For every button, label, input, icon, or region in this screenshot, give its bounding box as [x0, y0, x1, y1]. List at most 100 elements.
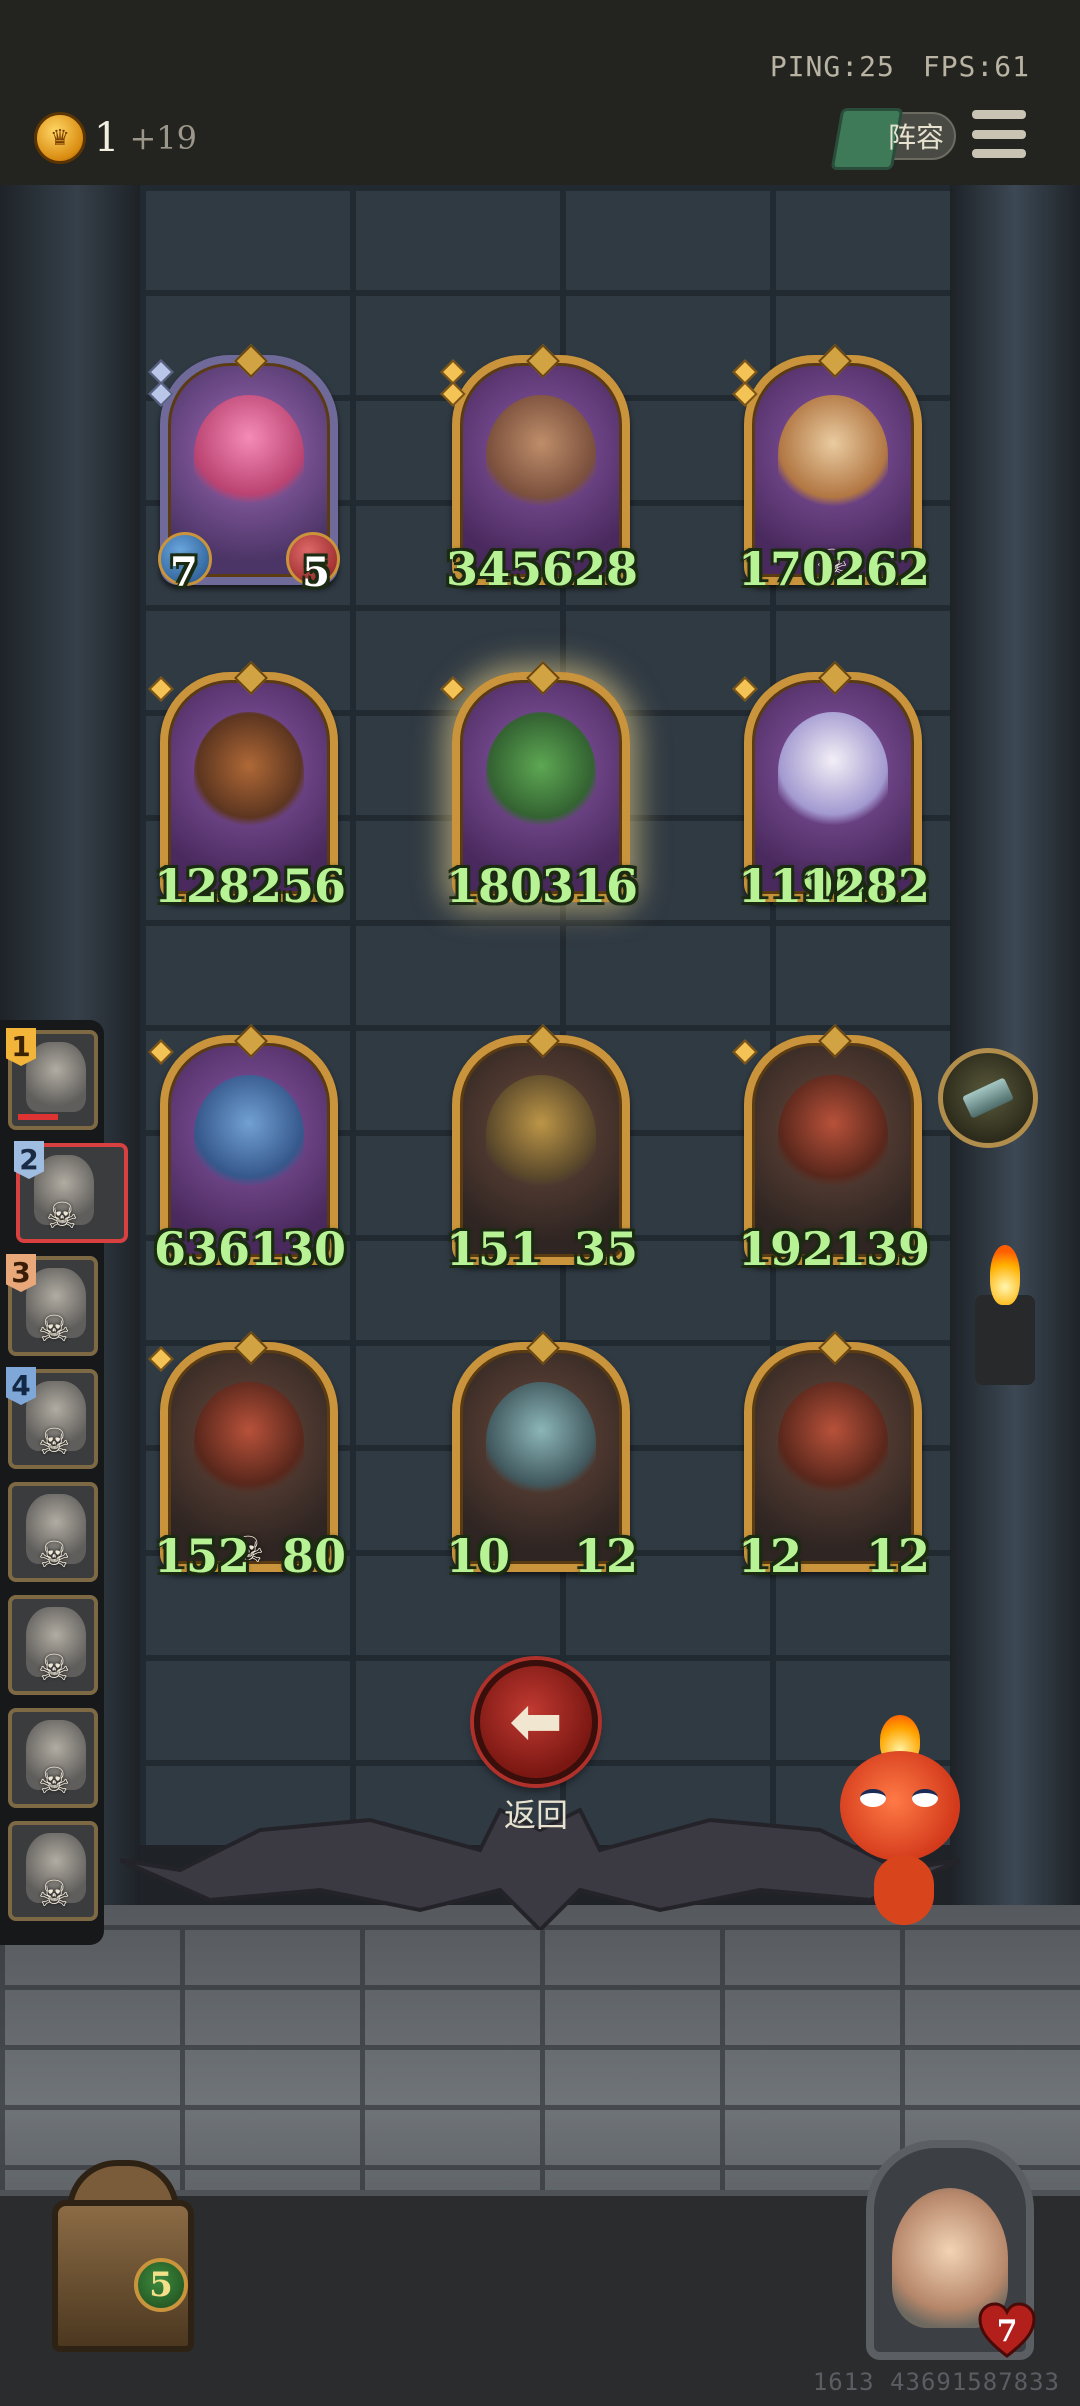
health-value: 12: [573, 1529, 638, 1583]
fps-readout: FPS:61: [922, 50, 1030, 83]
minion-card[interactable]: 1196 1282: [732, 661, 930, 913]
attack-value: 7: [170, 549, 198, 596]
fire-imp-character: [820, 1715, 990, 1945]
tier-marker: [732, 676, 758, 702]
tier-marker: [148, 1039, 174, 1065]
torch-flame-icon: [990, 1245, 1020, 1305]
arrow-left-icon: ⬅: [509, 1685, 563, 1759]
minion-card[interactable]: 151 35: [446, 1024, 638, 1276]
tier-marker: [732, 359, 758, 407]
hamburger-menu-icon[interactable]: [972, 110, 1026, 158]
ingot-item-icon[interactable]: [938, 1048, 1038, 1148]
hero-eye: [860, 1789, 886, 1807]
health-value: 12: [865, 1529, 930, 1583]
health-value: 1282: [801, 859, 930, 913]
health-bar: [18, 1114, 58, 1120]
tavern-level-badge: 5: [134, 2258, 188, 2312]
queue-player-slot[interactable]: 3 ☠: [6, 1254, 98, 1356]
ghost-bride-portrait: [778, 712, 888, 832]
queue-player-slot[interactable]: 4 ☠: [6, 1367, 98, 1469]
minion-card[interactable]: ☠ 152 80: [148, 1331, 346, 1583]
skull-icon: ☠: [38, 1648, 71, 1689]
skull-icon: ☠: [38, 1309, 71, 1350]
player-health-value: 7: [996, 2313, 1018, 2349]
health-value: 35: [573, 1222, 638, 1276]
player-health-badge: 7: [976, 2300, 1038, 2362]
queue-player-slot[interactable]: ☠: [8, 1482, 98, 1582]
attack-value: 151: [446, 1222, 543, 1276]
rank-badge: 4: [6, 1367, 36, 1405]
health-value: 5: [302, 549, 330, 596]
tier-marker: [440, 359, 466, 407]
red-dragon-portrait: [778, 1382, 888, 1502]
queue-player-slot[interactable]: ☠: [8, 1595, 98, 1695]
minion-card[interactable]: ☠ 170 262: [732, 344, 930, 596]
lineup-button[interactable]: 阵容: [830, 108, 956, 170]
attack-value: 192: [738, 1222, 835, 1276]
gold-income: +19: [129, 119, 197, 157]
blue-dino-portrait: [194, 1075, 304, 1195]
hero-head: [840, 1751, 960, 1861]
health-value: 262: [833, 542, 930, 596]
attack-value: 180: [446, 859, 543, 913]
rank-badge: 1: [6, 1028, 36, 1066]
lineup-label: 阵容: [887, 121, 944, 154]
minion-card[interactable]: 180 316: [440, 661, 638, 913]
horned-beast-portrait: [486, 1382, 596, 1502]
minion-card[interactable]: 345 628: [440, 344, 638, 596]
queue-player-slot[interactable]: ☠: [8, 1821, 98, 1921]
minion-card[interactable]: 636 130: [148, 1024, 346, 1276]
attack-value: 152: [154, 1529, 251, 1583]
minion-card[interactable]: 12 12: [738, 1331, 930, 1583]
tree-ent-portrait: [486, 395, 596, 515]
hero-body: [874, 1855, 934, 1925]
rank-badge: 2: [14, 1141, 44, 1179]
health-value: 316: [541, 859, 638, 913]
hero-eye: [912, 1789, 938, 1807]
minion-card[interactable]: 75: [148, 344, 340, 596]
rank-badge: 3: [6, 1254, 36, 1292]
skull-icon: ☠: [38, 1535, 71, 1576]
attack-value: 345: [446, 542, 543, 596]
queue-player-slot[interactable]: 2 ☠: [14, 1141, 128, 1243]
skull-icon: ☠: [46, 1196, 79, 1237]
network-stats: PING:25 FPS:61: [770, 50, 1030, 83]
match-id: 1613 43691587833: [812, 2368, 1060, 2396]
attack-value: 128: [154, 859, 251, 913]
red-dragon-portrait: [778, 1075, 888, 1195]
skull-icon: ☠: [38, 1422, 71, 1463]
right-pillar: [950, 185, 1080, 1905]
attack-value: 636: [154, 1222, 251, 1276]
tier-marker: [440, 676, 466, 702]
queue-player-slot[interactable]: 1: [6, 1028, 98, 1130]
attack-value: 170: [738, 542, 835, 596]
back-label: 返回: [503, 1796, 568, 1834]
tier-marker: [148, 676, 174, 702]
minion-card[interactable]: 128 256: [148, 661, 346, 913]
minion-card[interactable]: 10 12: [446, 1331, 638, 1583]
health-value: 139: [833, 1222, 930, 1276]
armored-knight-portrait: [486, 1075, 596, 1195]
tier-marker: [148, 359, 174, 407]
skull-icon: ☠: [38, 1874, 71, 1915]
attack-value: 10: [446, 1529, 511, 1583]
red-dragon-portrait: [194, 1382, 304, 1502]
tier-marker: [732, 1039, 758, 1065]
tier-marker: [148, 1346, 174, 1372]
attack-value: 12: [738, 1529, 803, 1583]
top-bar: PING:25 FPS:61 ♛ 1 +19 阵容: [0, 0, 1080, 185]
player-queue: 1 2 ☠ 3 ☠ 4 ☠ ☠ ☠ ☠ ☠: [0, 1020, 128, 1945]
gold-count: 1: [94, 115, 120, 161]
health-value: 256: [249, 859, 346, 913]
orange-haired-girl-portrait: [778, 395, 888, 515]
tavern-chest[interactable]: 5: [12, 2150, 222, 2360]
health-value: 80: [281, 1529, 346, 1583]
torch-holder: [975, 1295, 1035, 1385]
ping-readout: PING:25: [769, 50, 895, 83]
queue-player-slot[interactable]: ☠: [8, 1708, 98, 1808]
gold-display: ♛ 1 +19: [34, 112, 197, 164]
pink-haired-sorceress-portrait: [194, 395, 304, 515]
back-button[interactable]: ⬅: [474, 1660, 598, 1784]
skull-icon: ☠: [38, 1761, 71, 1802]
minion-card[interactable]: 192 139: [732, 1024, 930, 1276]
